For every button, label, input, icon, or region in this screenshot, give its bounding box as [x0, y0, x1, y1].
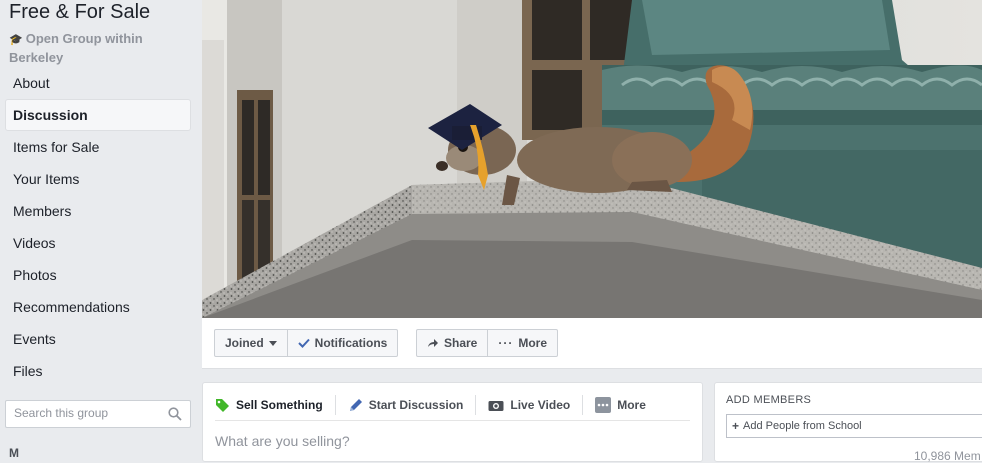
graduation-cap-icon: 🎓 — [9, 34, 23, 46]
add-people-input[interactable] — [743, 420, 982, 432]
tab-start-discussion[interactable]: Start Discussion — [348, 398, 464, 413]
more-dots-icon — [595, 397, 612, 413]
sidebar-item-about[interactable]: About — [5, 67, 191, 99]
tab-start-discussion-label: Start Discussion — [368, 398, 464, 412]
checkmark-icon — [297, 338, 310, 348]
tab-live-video-label: Live Video — [510, 398, 571, 412]
tab-more-label: More — [617, 398, 646, 412]
pencil-icon — [349, 398, 362, 411]
price-tag-icon — [216, 398, 229, 412]
tab-divider — [475, 395, 477, 415]
joined-label: Joined — [225, 336, 264, 350]
tab-divider — [582, 395, 584, 415]
tab-divider — [334, 395, 336, 415]
joined-button[interactable]: Joined — [215, 330, 287, 356]
composer-tabs: Sell Something Start Discussion Live Vid… — [215, 390, 690, 421]
sidebar-item-recommendations[interactable]: Recommendations — [5, 291, 191, 323]
tab-sell-something-label: Sell Something — [236, 398, 323, 412]
group-search[interactable] — [5, 400, 191, 428]
sidebar-item-your-items[interactable]: Your Items — [5, 163, 191, 195]
sidebar-item-photos[interactable]: Photos — [5, 259, 191, 291]
chevron-down-icon — [268, 340, 277, 346]
group-name[interactable]: Free & For Sale — [9, 1, 150, 24]
group-search-input[interactable] — [14, 406, 164, 420]
sidebar-item-items-for-sale[interactable]: Items for Sale — [5, 131, 191, 163]
tab-live-video[interactable]: Live Video — [488, 398, 570, 412]
sidebar-item-events[interactable]: Events — [5, 323, 191, 355]
cover-photo-squirrel-image — [202, 0, 982, 318]
group-nav: About Discussion Items for Sale Your Ite… — [5, 67, 191, 387]
post-composer: Sell Something Start Discussion Live Vid… — [202, 382, 703, 462]
notifications-label: Notifications — [314, 336, 388, 350]
group-sidebar: Free & For Sale 🎓 Open Group within Berke… — [0, 0, 200, 460]
add-members-field[interactable]: + — [726, 414, 982, 438]
share-label: Share — [444, 336, 478, 350]
share-button[interactable]: Share — [417, 330, 487, 356]
more-label: More — [518, 336, 548, 350]
composer-input[interactable] — [215, 433, 685, 449]
membership-button-group: Joined Notifications — [214, 329, 399, 357]
group-subtitle-text: Open Group within Berkeley — [9, 31, 143, 65]
member-count[interactable]: 10,986 Mem — [914, 449, 981, 463]
share-arrow-icon — [428, 339, 438, 347]
more-button[interactable]: ··· More — [487, 330, 557, 356]
sidebar-item-discussion[interactable]: Discussion — [5, 99, 191, 131]
add-members-title: ADD MEMBERS — [726, 394, 812, 406]
group-subtitle: 🎓 Open Group within Berkeley — [9, 30, 189, 66]
group-action-bar: Joined Notifications Share ··· More — [202, 318, 982, 369]
share-more-button-group: Share ··· More — [416, 329, 559, 357]
sidebar-item-videos[interactable]: Videos — [5, 227, 191, 259]
add-members-card: ADD MEMBERS + 10,986 Mem — [714, 382, 982, 463]
tab-sell-something[interactable]: Sell Something — [215, 398, 323, 413]
search-icon[interactable] — [168, 407, 182, 421]
ellipsis-icon: ··· — [498, 336, 514, 350]
sidebar-item-members[interactable]: Members — [5, 195, 191, 227]
sidebar-more-heading: M — [9, 446, 19, 460]
cover-photo[interactable] — [202, 0, 982, 318]
notifications-button[interactable]: Notifications — [286, 330, 398, 356]
plus-icon: + — [732, 419, 740, 433]
sidebar-item-files[interactable]: Files — [5, 355, 191, 387]
tab-more[interactable]: More — [595, 397, 646, 413]
video-camera-icon — [488, 400, 504, 411]
